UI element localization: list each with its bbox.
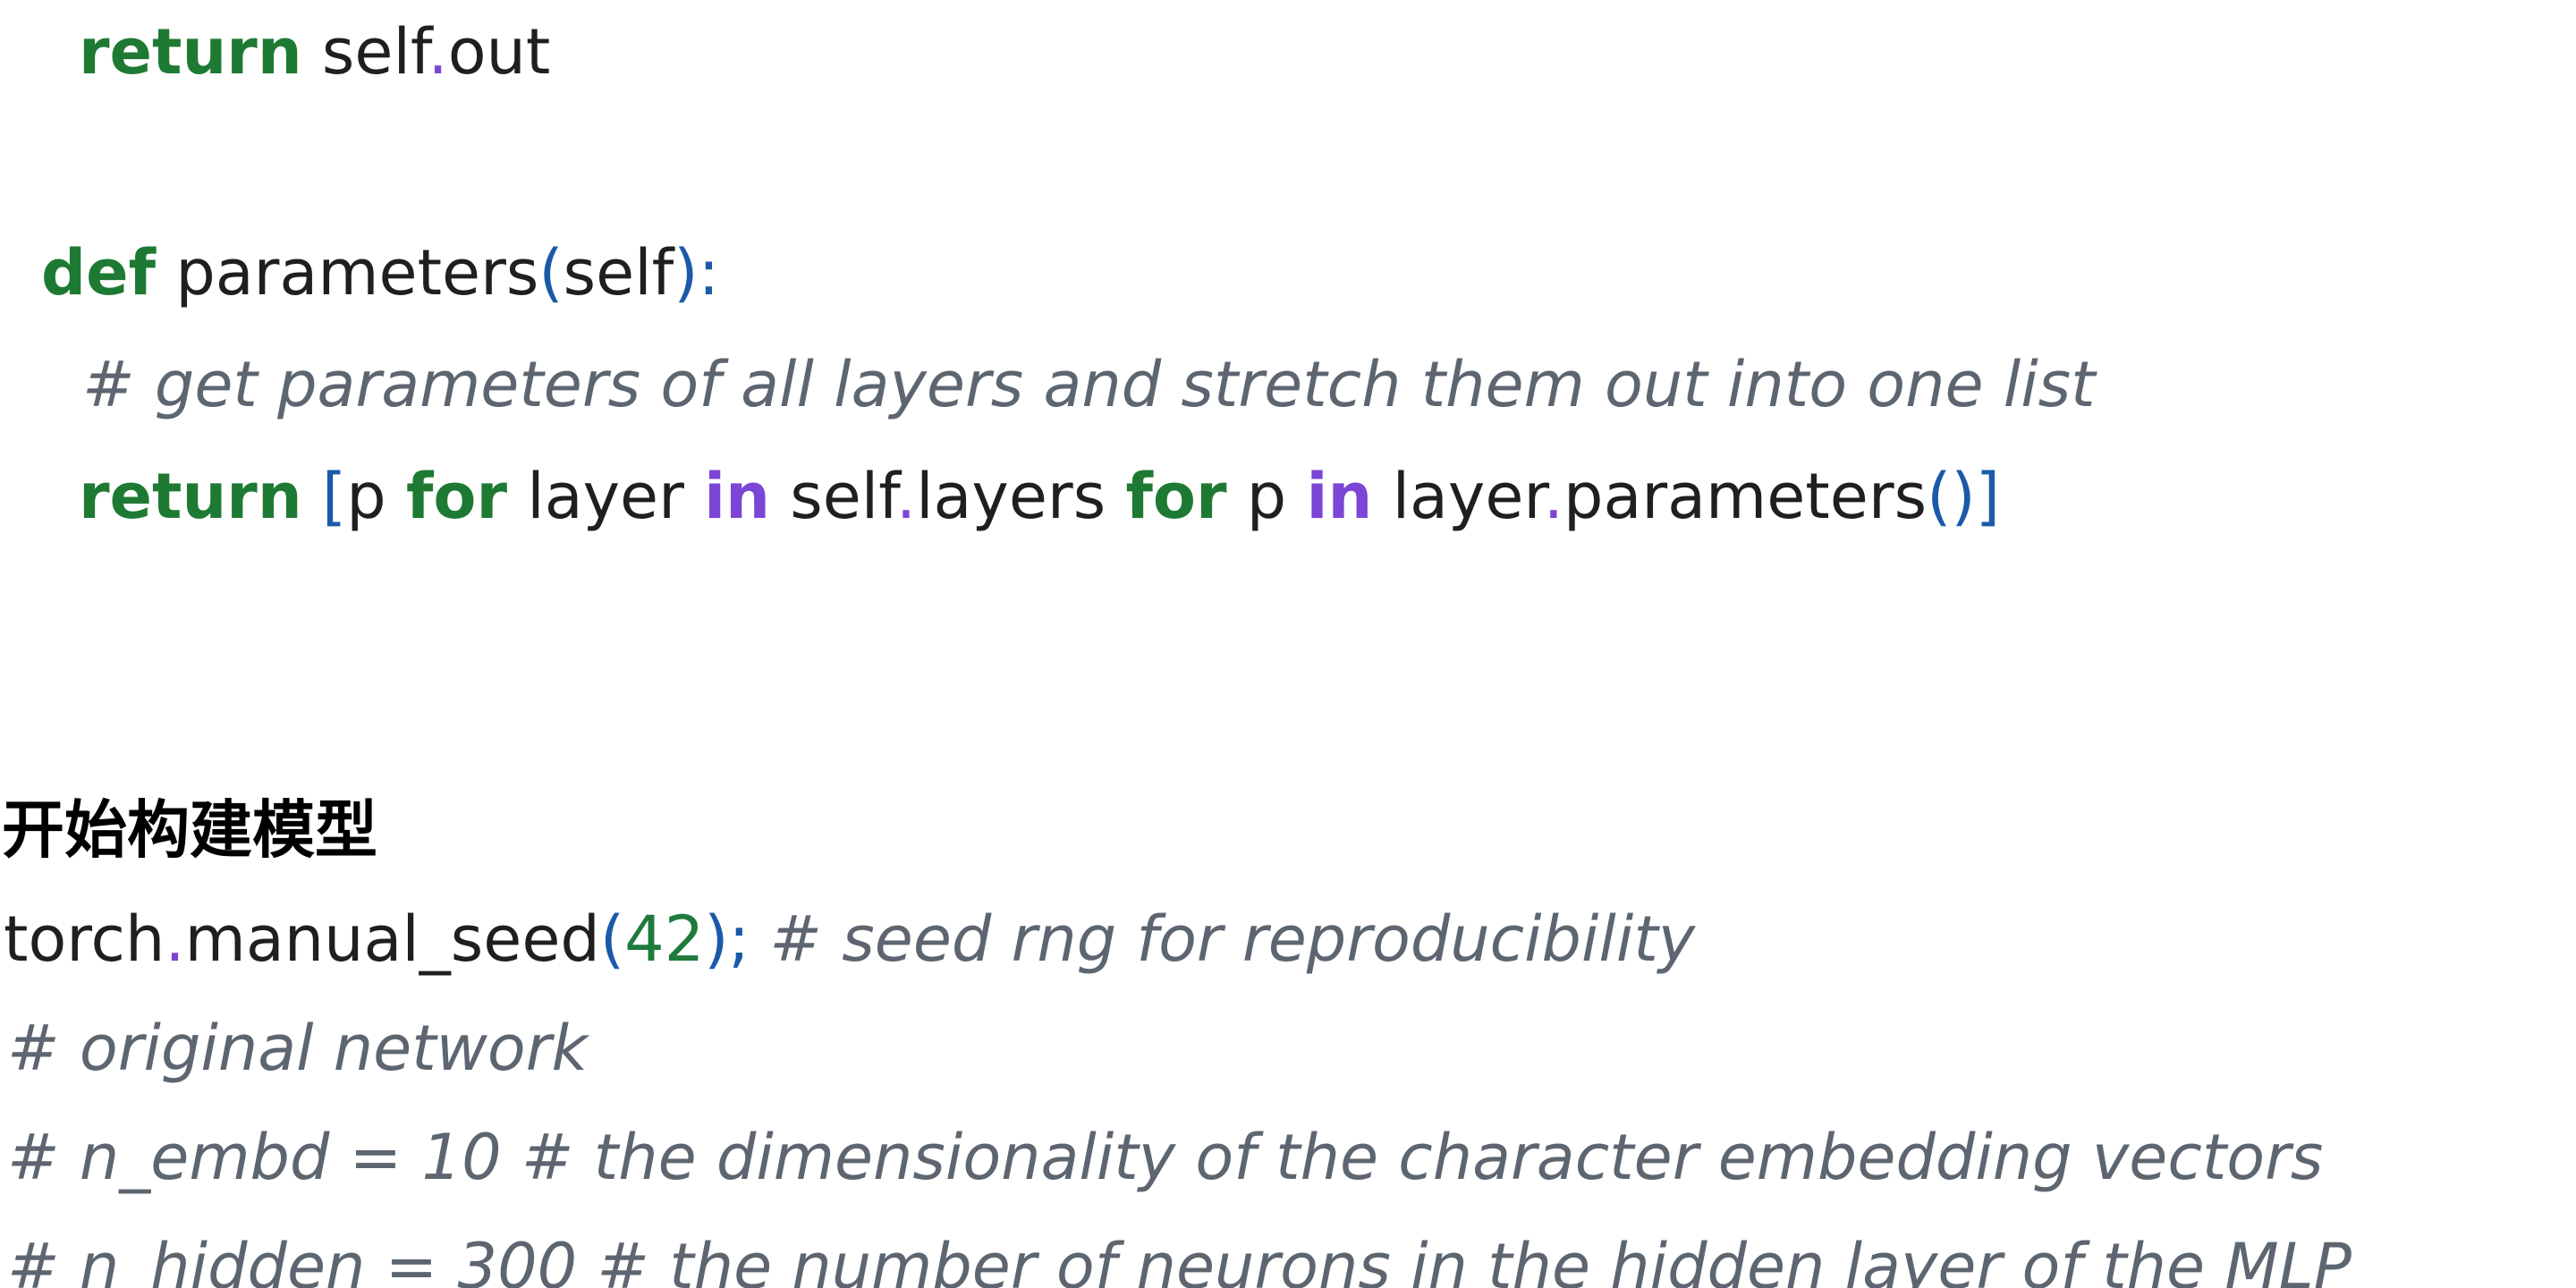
- identifier-out: out: [447, 15, 551, 89]
- function-manual-seed: manual_seed: [184, 902, 600, 976]
- code-comment-n-embd: # n_embd = 10 # the dimensionality of th…: [7, 1121, 2324, 1194]
- operator-dot: .: [895, 460, 917, 533]
- section-heading: 开始构建模型: [2, 793, 377, 867]
- semicolon: ;: [728, 902, 750, 976]
- identifier-layers: layers: [916, 460, 1106, 533]
- identifier-layer: layer: [1392, 460, 1544, 533]
- function-name: parameters: [175, 236, 539, 309]
- identifier-p: p: [1246, 460, 1287, 533]
- paren-open: (: [599, 902, 625, 976]
- code-line-def-parameters: def parameters(self):: [41, 228, 719, 318]
- keyword-return: return: [79, 15, 302, 89]
- identifier-p: p: [346, 460, 386, 533]
- code-comment-seed: # seed rng for reproducibility: [769, 902, 1696, 976]
- operator-dot: .: [1543, 460, 1564, 533]
- arg-self: self: [563, 236, 674, 309]
- parens: (): [1927, 460, 1976, 533]
- keyword-for: for: [405, 460, 508, 533]
- operator-dot: .: [165, 902, 185, 976]
- keyword-in: in: [1306, 460, 1373, 533]
- keyword-in: in: [704, 460, 770, 533]
- identifier-self: self: [790, 460, 896, 533]
- keyword-for: for: [1125, 460, 1227, 533]
- paren-close: ): [674, 236, 699, 309]
- bracket-close: ]: [1975, 460, 2001, 533]
- code-comment-original-network: # original network: [7, 1012, 589, 1085]
- code-comment-n-hidden: # n_hidden = 300 # the number of neurons…: [7, 1230, 2351, 1288]
- code-line-return-list: return [p for layer in self.layers for p…: [79, 452, 2000, 541]
- identifier-layer: layer: [527, 460, 684, 533]
- number-literal: 42: [624, 902, 705, 976]
- code-line-return-self-out: return self.out: [79, 7, 550, 97]
- code-comment-get-parameters: # get parameters of all layers and stret…: [82, 348, 2096, 421]
- identifier-torch: torch: [4, 902, 165, 976]
- paren-open: (: [538, 236, 564, 309]
- colon: :: [698, 236, 720, 309]
- keyword-return: return: [79, 460, 302, 533]
- code-line-manual-seed: torch.manual_seed(42); # seed rng for re…: [4, 894, 1695, 984]
- identifier-self: self: [321, 15, 428, 89]
- keyword-def: def: [41, 236, 157, 309]
- operator-dot: .: [428, 15, 448, 89]
- bracket-open: [: [321, 460, 347, 533]
- paren-close: ): [704, 902, 729, 976]
- identifier-parameters: parameters: [1563, 460, 1928, 533]
